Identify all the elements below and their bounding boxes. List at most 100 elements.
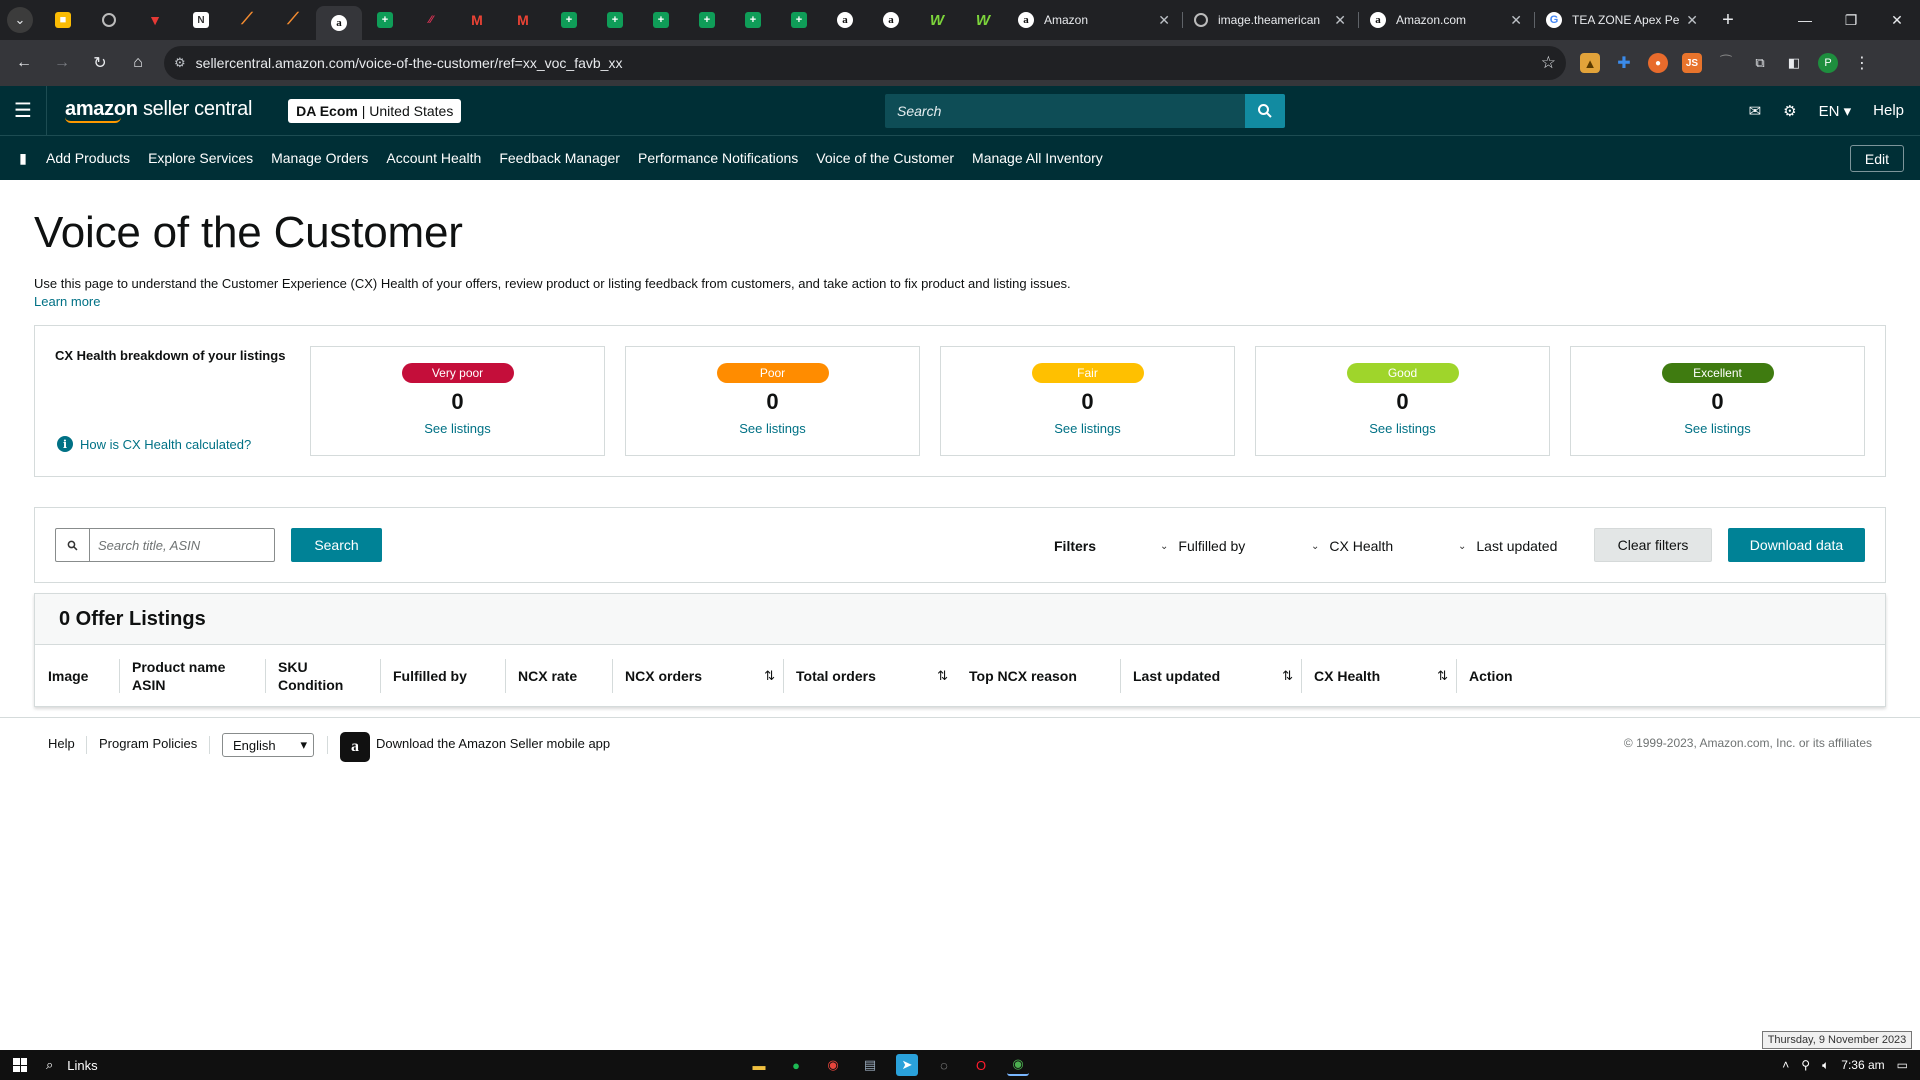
home-icon[interactable]: ⌂: [122, 47, 154, 79]
see-listings-link[interactable]: See listings: [1369, 421, 1435, 436]
tab-search-button[interactable]: ⌄: [0, 0, 40, 40]
nav-link[interactable]: Add Products: [46, 150, 130, 166]
cx-health-filter[interactable]: ⌄ CX Health: [1311, 538, 1393, 554]
nav-link[interactable]: Manage All Inventory: [972, 150, 1103, 166]
extension-icon[interactable]: ✚: [1614, 53, 1634, 73]
browser-tab[interactable]: a: [868, 0, 914, 40]
extension-icon[interactable]: ⁀: [1716, 53, 1736, 73]
amazon-seller-app-icon[interactable]: a: [340, 732, 370, 762]
browser-tab[interactable]: M: [454, 0, 500, 40]
sort-icon[interactable]: ⇅: [1282, 667, 1293, 685]
download-data-button[interactable]: Download data: [1728, 528, 1865, 562]
nav-link[interactable]: Manage Orders: [271, 150, 368, 166]
nav-link[interactable]: Performance Notifications: [638, 150, 798, 166]
minimize-icon[interactable]: —: [1782, 0, 1828, 40]
seller-central-logo[interactable]: amazon seller central: [65, 99, 252, 123]
help-link[interactable]: Help: [1873, 102, 1904, 119]
clock[interactable]: 7:36 am: [1841, 1058, 1884, 1072]
browser-tab[interactable]: +: [362, 0, 408, 40]
see-listings-link[interactable]: See listings: [1054, 421, 1120, 436]
notification-icon[interactable]: ▭: [1897, 1058, 1908, 1072]
telegram-icon[interactable]: ➤: [896, 1054, 918, 1076]
browser-tab[interactable]: a: [316, 6, 362, 40]
close-tab-icon[interactable]: ✕: [1686, 12, 1698, 29]
header-search-input[interactable]: Search: [885, 94, 1245, 128]
close-tab-icon[interactable]: ✕: [1334, 12, 1346, 29]
footer-language-select[interactable]: English ▾: [222, 733, 314, 757]
sort-icon[interactable]: ⇅: [764, 667, 775, 685]
column-header[interactable]: Total orders ⇅: [783, 645, 956, 707]
extension-icon[interactable]: ▲: [1580, 53, 1600, 73]
browser-tab[interactable]: +: [776, 0, 822, 40]
side-panel-icon[interactable]: ◧: [1784, 53, 1804, 73]
settings-gear-icon[interactable]: ⚙: [1783, 102, 1796, 120]
reload-icon[interactable]: ↻: [84, 47, 116, 79]
last-updated-filter[interactable]: ⌄ Last updated: [1458, 538, 1557, 554]
network-icon[interactable]: ⚲: [1801, 1058, 1810, 1072]
profile-avatar[interactable]: P: [1818, 53, 1838, 73]
file-explorer-icon[interactable]: ▬: [748, 1054, 770, 1076]
close-tab-icon[interactable]: ✕: [1510, 12, 1522, 29]
forward-icon[interactable]: →: [46, 47, 78, 79]
clear-filters-button[interactable]: Clear filters: [1594, 528, 1712, 562]
browser-tab[interactable]: +: [592, 0, 638, 40]
nav-link[interactable]: Voice of the Customer: [816, 150, 954, 166]
cx-health-how-link[interactable]: i How is CX Health calculated?: [57, 436, 251, 452]
header-search-button[interactable]: [1245, 94, 1285, 128]
listing-search-button[interactable]: Search: [291, 528, 382, 562]
sort-icon[interactable]: ⇅: [937, 667, 948, 685]
browser-tab[interactable]: ■: [40, 0, 86, 40]
browser-tab[interactable]: ⁄⁄: [408, 0, 454, 40]
browser-tab[interactable]: M: [500, 0, 546, 40]
bookmark-star-icon[interactable]: ☆: [1541, 53, 1556, 73]
browser-tab[interactable]: W: [914, 0, 960, 40]
account-switcher[interactable]: DA Ecom | United States: [288, 98, 462, 123]
browser-menu-icon[interactable]: ⋮: [1852, 53, 1872, 73]
browser-tab[interactable]: +: [730, 0, 776, 40]
language-selector[interactable]: EN ▾: [1819, 102, 1852, 120]
extensions-puzzle-icon[interactable]: ⧉: [1750, 53, 1770, 73]
edit-nav-button[interactable]: Edit: [1849, 145, 1904, 172]
taskbar-search[interactable]: ⌕ Links: [40, 1057, 98, 1073]
column-header[interactable]: Last updated ⇅: [1120, 645, 1301, 707]
nav-link[interactable]: Feedback Manager: [499, 150, 620, 166]
sort-icon[interactable]: ⇅: [1437, 667, 1448, 685]
download-app-link[interactable]: Download the Amazon Seller mobile app: [376, 736, 610, 751]
mail-icon[interactable]: ✉: [1749, 102, 1762, 120]
browser-tab[interactable]: +: [684, 0, 730, 40]
browser-tab[interactable]: +: [638, 0, 684, 40]
browser-tab[interactable]: a: [822, 0, 868, 40]
column-header[interactable]: CX Health ⇅: [1301, 645, 1456, 707]
browser-tab[interactable]: a Amazon ✕: [1006, 0, 1182, 40]
windows-start-icon[interactable]: [0, 1058, 40, 1072]
close-tab-icon[interactable]: ✕: [1158, 12, 1170, 29]
nav-link[interactable]: Account Health: [386, 150, 481, 166]
program-policies-link[interactable]: Program Policies: [99, 736, 197, 751]
browser-tab[interactable]: a Amazon.com ✕: [1358, 0, 1534, 40]
browser-tab[interactable]: G TEA ZONE Apex Pe ✕: [1534, 0, 1710, 40]
address-bar[interactable]: ⚙ sellercentral.amazon.com/voice-of-the-…: [164, 46, 1566, 80]
notepad-icon[interactable]: ▤: [859, 1054, 881, 1076]
browser-tab[interactable]: +: [546, 0, 592, 40]
extension-icon[interactable]: ●: [1648, 53, 1668, 73]
browser-tab[interactable]: ⟋: [224, 0, 270, 40]
opera-icon[interactable]: O: [970, 1054, 992, 1076]
site-info-icon[interactable]: ⚙: [174, 55, 186, 71]
browser-tab[interactable]: N: [178, 0, 224, 40]
see-listings-link[interactable]: See listings: [424, 421, 490, 436]
browser-tab[interactable]: image.theamerican ✕: [1182, 0, 1358, 40]
browser-tab[interactable]: W: [960, 0, 1006, 40]
spotify-icon[interactable]: ●: [785, 1054, 807, 1076]
see-listings-link[interactable]: See listings: [739, 421, 805, 436]
nav-link[interactable]: Explore Services: [148, 150, 253, 166]
hamburger-menu-icon[interactable]: ☰: [0, 86, 46, 136]
footer-help-link[interactable]: Help: [48, 736, 75, 751]
extension-icon[interactable]: JS: [1682, 53, 1702, 73]
browser-tab[interactable]: ▼: [132, 0, 178, 40]
see-listings-link[interactable]: See listings: [1684, 421, 1750, 436]
learn-more-link[interactable]: Learn more: [34, 294, 100, 309]
chrome-icon[interactable]: ◉: [822, 1054, 844, 1076]
browser-tab[interactable]: ⟋: [270, 0, 316, 40]
volume-icon[interactable]: 🔈︎: [1822, 1058, 1829, 1073]
listing-search-input[interactable]: Search title, ASIN: [55, 528, 275, 562]
